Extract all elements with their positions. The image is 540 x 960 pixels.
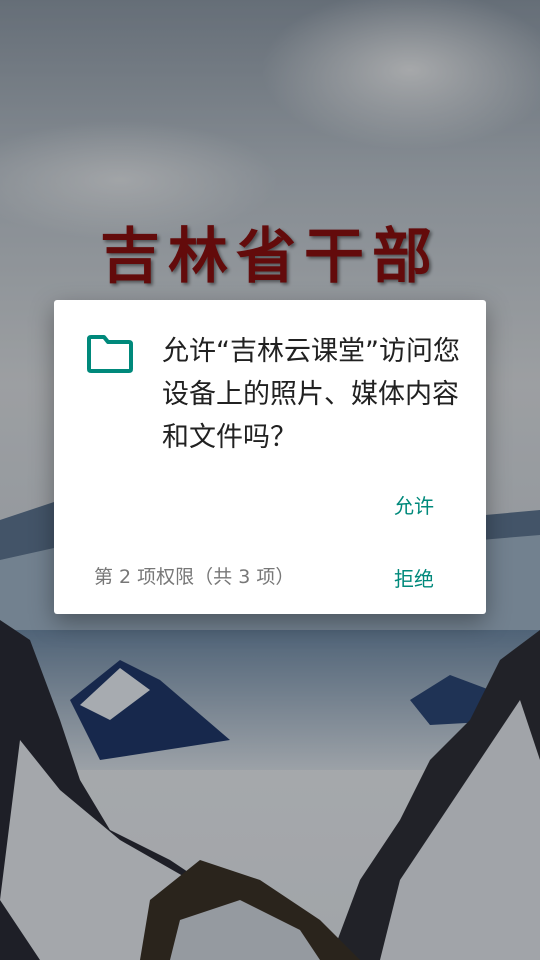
permission-dialog: 允许“吉林云课堂”访问您设备上的照片、媒体内容和文件吗？ 允许 第 2 项权限（… <box>54 300 486 614</box>
permission-counter: 第 2 项权限（共 3 项） <box>94 566 295 588</box>
allow-button[interactable]: 允许 <box>384 484 444 525</box>
deny-button[interactable]: 拒绝 <box>384 557 444 598</box>
permission-message: 允许“吉林云课堂”访问您设备上的照片、媒体内容和文件吗？ <box>162 336 460 453</box>
folder-icon <box>87 335 133 373</box>
